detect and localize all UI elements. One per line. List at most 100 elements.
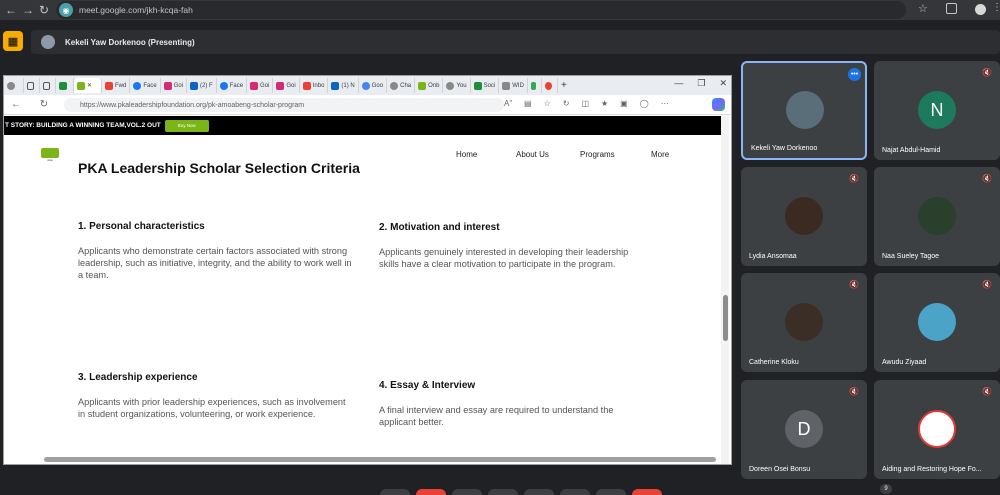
immersive-reader-icon[interactable]: ▤	[524, 99, 532, 108]
more-options-button[interactable]	[596, 489, 626, 495]
criterion-text: Applicants who demonstrate certain facto…	[78, 246, 352, 280]
profile-avatar-icon[interactable]	[975, 4, 986, 15]
mic-off-icon: 🔇	[982, 387, 992, 396]
nav-more[interactable]: More	[651, 150, 669, 159]
profile-tab-icon[interactable]	[4, 78, 24, 93]
site-navigation: Home About Us Programs More	[456, 150, 669, 159]
presentation-screen: ✕ Fwd Face Goi (2) F Face Goi Goi Inbo (…	[3, 75, 732, 465]
tab-14[interactable]: Soci	[471, 78, 500, 93]
favorite-star-icon[interactable]: ☆	[544, 99, 551, 108]
close-tab-icon[interactable]: ✕	[87, 82, 92, 89]
tab-7[interactable]: Goi	[273, 78, 300, 93]
participant-tile[interactable]: 🔇 Lydia Ansomaa	[741, 167, 867, 266]
edge-address-bar: ← ↻ https://www.pkaleadershipfoundation.…	[4, 95, 731, 115]
promo-banner: T STORY: BUILDING A WINNING TEAM,VOL.2 O…	[4, 116, 724, 135]
more-tools-icon[interactable]: ⋯	[661, 99, 669, 108]
participant-count-badge: 9	[880, 484, 892, 494]
tab-10[interactable]: Goo	[359, 78, 388, 93]
tab-6[interactable]: Goi	[247, 78, 274, 93]
split-screen-icon[interactable]: ◫	[581, 99, 589, 108]
tab-2[interactable]: Face	[130, 78, 161, 93]
buy-now-button[interactable]: Buy Now	[164, 119, 209, 132]
nav-about-us[interactable]: About Us	[516, 150, 580, 159]
refresh-page-icon[interactable]: ↻	[563, 99, 570, 108]
criterion-heading: 4. Essay & Interview	[379, 380, 476, 391]
mic-button[interactable]	[380, 489, 410, 495]
participant-tile[interactable]: 🔇 Aiding and Restoring Hope Fo...	[874, 380, 1000, 479]
browser-toolbar: ← → ↻ ◉ meet.google.com/jkh-kcqa-fah ☆ ⋮	[0, 0, 1000, 20]
vertical-scrollbar[interactable]	[721, 115, 729, 464]
bookmark-star-icon[interactable]: ☆	[918, 2, 928, 15]
back-icon[interactable]: ←	[2, 1, 20, 19]
raise-hand-button[interactable]	[560, 489, 590, 495]
collections-icon[interactable]	[24, 78, 40, 93]
participant-tile[interactable]: 🔇 Naa Sueley Tagoe	[874, 167, 1000, 266]
tab-sheets[interactable]	[56, 78, 74, 93]
mic-off-icon: 🔇	[982, 68, 992, 77]
scrollbar-thumb[interactable]	[723, 295, 728, 341]
tab-15[interactable]: WID	[499, 78, 528, 93]
horizontal-scrollbar[interactable]	[44, 457, 716, 462]
tab-1[interactable]: Fwd	[102, 78, 131, 93]
tab-11[interactable]: Cha	[387, 78, 416, 93]
window-controls: — ❐ ✕	[674, 78, 727, 89]
camera-button[interactable]	[416, 489, 446, 495]
tab-3[interactable]: Goi	[161, 78, 188, 93]
read-aloud-icon[interactable]: A”	[504, 99, 512, 108]
criterion-text: A final interview and essay are required…	[379, 405, 614, 427]
browser-menu-icon[interactable]: ⋮	[992, 2, 1000, 13]
tab-8[interactable]: Inbo	[300, 78, 329, 93]
favorites-icon[interactable]: ★	[601, 99, 608, 108]
copilot-icon[interactable]	[712, 98, 725, 111]
nav-programs[interactable]: Programs	[580, 150, 651, 159]
participant-tile[interactable]: 🔇 N Najat Abdul-Hamid	[874, 61, 1000, 160]
participant-tile[interactable]: 🔇 Awudu Ziyaad	[874, 273, 1000, 372]
new-tab-icon[interactable]: +	[558, 78, 576, 93]
reactions-button[interactable]	[488, 489, 518, 495]
captions-button[interactable]	[452, 489, 482, 495]
participant-tile[interactable]: ••• Kekeli Yaw Dorkenoo	[741, 61, 867, 160]
nav-home[interactable]: Home	[456, 150, 516, 159]
tab-13[interactable]: You	[443, 78, 471, 93]
site-info-icon[interactable]: ◉	[59, 3, 73, 17]
participant-tile[interactable]: 🔇 Catherine Kloku	[741, 273, 867, 372]
participant-avatar: N	[918, 91, 956, 129]
participant-name: Kekeli Yaw Dorkenoo	[751, 145, 818, 152]
participant-tile[interactable]: 🔇 D Doreen Osei Bonsu	[741, 380, 867, 479]
participant-name: Catherine Kloku	[749, 359, 799, 366]
edge-back-icon[interactable]: ←	[8, 99, 24, 110]
tab-12[interactable]: Onb	[415, 78, 444, 93]
reload-icon[interactable]: ↻	[35, 1, 53, 19]
present-button[interactable]	[524, 489, 554, 495]
edge-url-field[interactable]: https://www.pkaleadershipfoundation.org/…	[64, 98, 504, 112]
criterion-heading: 3. Leadership experience	[78, 372, 198, 383]
tab-9[interactable]: (1) N	[328, 78, 359, 93]
participant-photo	[785, 197, 823, 235]
participant-photo	[785, 303, 823, 341]
edge-tools: A” ▤ ☆ ↻ ◫ ★ ▣ ◯ ⋯	[504, 99, 669, 108]
criterion-essay: 4. Essay & Interview A final interview a…	[379, 380, 649, 429]
more-options-icon[interactable]: •••	[848, 68, 861, 81]
leave-call-button[interactable]	[632, 489, 662, 495]
tab-5[interactable]: Face	[217, 78, 248, 93]
collections-toolbar-icon[interactable]: ▣	[620, 99, 628, 108]
mic-off-icon: 🔇	[849, 174, 859, 183]
meet-logo-icon: ▦	[3, 31, 23, 51]
extensions-icon[interactable]	[946, 3, 957, 14]
tab-pka-active[interactable]: ✕	[74, 78, 102, 93]
address-bar[interactable]: ◉ meet.google.com/jkh-kcqa-fah	[56, 1, 906, 19]
presenter-label: Kekeli Yaw Dorkenoo (Presenting)	[65, 37, 195, 47]
close-window-icon[interactable]: ✕	[719, 78, 727, 89]
edge-tab-bar: ✕ Fwd Face Goi (2) F Face Goi Goi Inbo (…	[4, 76, 731, 95]
tab-4[interactable]: (2) F	[187, 78, 217, 93]
maximize-icon[interactable]: ❐	[697, 78, 705, 89]
minimize-icon[interactable]: —	[674, 78, 683, 89]
page-title: PKA Leadership Scholar Selection Criteri…	[78, 160, 360, 176]
pka-logo[interactable]: ●●●	[39, 146, 61, 164]
participant-name: Lydia Ansomaa	[749, 253, 797, 260]
edge-reload-icon[interactable]: ↻	[36, 99, 52, 110]
tab-17[interactable]	[542, 78, 558, 93]
tab-16[interactable]	[528, 78, 542, 93]
shield-icon[interactable]: ◯	[640, 99, 649, 108]
tab-actions-icon[interactable]	[40, 78, 56, 93]
